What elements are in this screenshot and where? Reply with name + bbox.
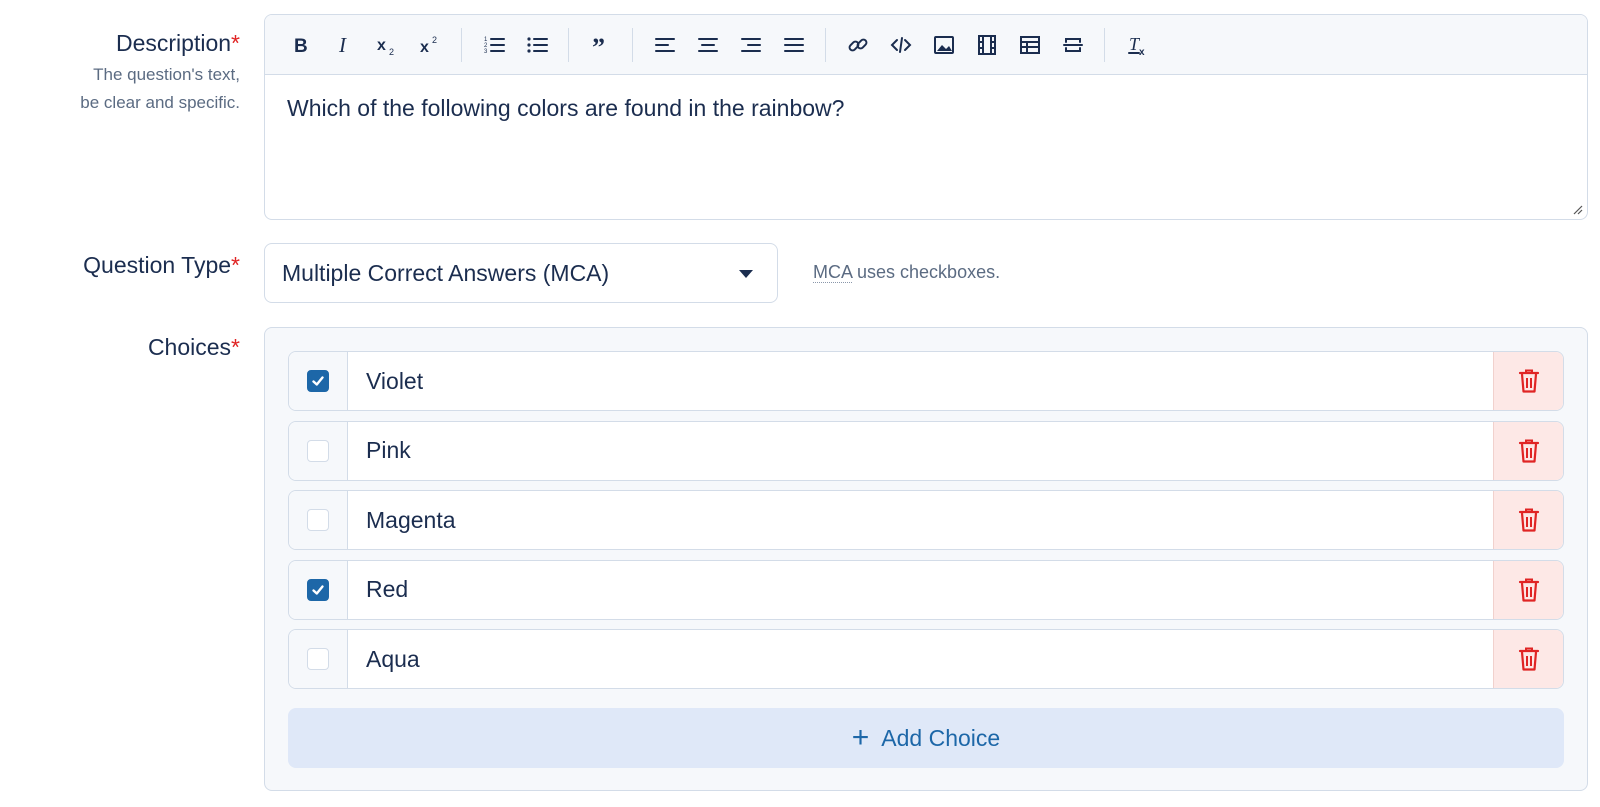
- ordered-list-button[interactable]: 123: [472, 23, 515, 67]
- choice-row: Red: [288, 559, 1564, 620]
- table-icon: [1019, 35, 1040, 54]
- image-icon: [933, 35, 954, 54]
- toolbar-separator: [1104, 27, 1105, 62]
- superscript-icon: x2: [420, 35, 437, 56]
- choice-checkbox[interactable]: [307, 509, 329, 531]
- bullet-list-icon: [526, 36, 548, 53]
- delete-choice-button[interactable]: [1493, 352, 1563, 410]
- description-label-group: Description* The question's text, be cle…: [0, 30, 240, 117]
- bold-icon: B: [294, 36, 308, 56]
- delete-choice-button[interactable]: [1493, 421, 1563, 480]
- video-icon: [977, 34, 996, 55]
- blockquote-button[interactable]: ”: [579, 23, 622, 67]
- video-button[interactable]: [965, 23, 1008, 67]
- choices-panel: Violet Pink Magenta Red Aqua + Add Choice: [264, 327, 1588, 791]
- question-type-hint: MCA uses checkboxes.: [813, 262, 1001, 283]
- align-right-icon: [740, 37, 761, 52]
- superscript-button[interactable]: x2: [408, 23, 451, 67]
- horizontal-rule-button[interactable]: [1051, 23, 1094, 67]
- align-justify-button[interactable]: [772, 23, 815, 67]
- bullet-list-button[interactable]: [515, 23, 558, 67]
- choice-checkbox-cell[interactable]: [289, 491, 348, 549]
- svg-text:I: I: [338, 34, 347, 56]
- code-button[interactable]: [879, 23, 922, 67]
- align-left-icon: [654, 37, 675, 52]
- editor-toolbar: B Ix 2 x 2 1 2 3” Tx: [265, 15, 1587, 75]
- clear-format-button[interactable]: Tx: [1115, 23, 1158, 67]
- choices-label-group: Choices*: [0, 334, 240, 361]
- question-type-select[interactable]: Multiple Correct Answers (MCA): [264, 243, 778, 303]
- clear-format-icon: Tx: [1127, 34, 1145, 56]
- image-button[interactable]: [922, 23, 965, 67]
- trash-icon: [1518, 578, 1539, 602]
- align-right-button[interactable]: [729, 23, 772, 67]
- question-type-label: Question Type*: [83, 252, 240, 278]
- svg-text:x: x: [377, 37, 386, 54]
- subscript-button[interactable]: x2: [365, 23, 408, 67]
- description-hint: The question's text, be clear and specif…: [80, 65, 240, 112]
- svg-text:2: 2: [389, 47, 394, 56]
- choice-checkbox-cell[interactable]: [289, 560, 348, 619]
- svg-text:3: 3: [484, 49, 488, 55]
- choice-text-input[interactable]: Magenta: [348, 491, 1493, 549]
- mca-abbr: MCA: [813, 262, 853, 283]
- question-type-value: Multiple Correct Answers (MCA): [282, 259, 610, 286]
- resize-grip-icon[interactable]: [1571, 203, 1583, 215]
- trash-icon: [1518, 647, 1539, 671]
- choice-checkbox-cell[interactable]: [289, 630, 348, 688]
- add-choice-button[interactable]: + Add Choice: [288, 708, 1564, 768]
- align-left-button[interactable]: [643, 23, 686, 67]
- choice-row: Magenta: [288, 490, 1564, 550]
- table-button[interactable]: [1008, 23, 1051, 67]
- toolbar-separator: [568, 27, 569, 62]
- trash-icon: [1518, 369, 1539, 393]
- description-text-area[interactable]: Which of the following colors are found …: [265, 75, 1587, 142]
- choice-row: Pink: [288, 420, 1564, 481]
- choice-checkbox[interactable]: [307, 648, 329, 670]
- choice-checkbox[interactable]: [307, 370, 329, 392]
- svg-text:B: B: [294, 36, 308, 56]
- italic-button[interactable]: I: [322, 23, 365, 67]
- link-button[interactable]: [836, 23, 879, 67]
- toolbar-separator: [825, 27, 826, 62]
- choice-text-input[interactable]: Violet: [348, 352, 1493, 410]
- choice-text-input[interactable]: Red: [348, 561, 1493, 619]
- caret-down-icon: [739, 270, 753, 278]
- delete-choice-button[interactable]: [1493, 491, 1563, 549]
- trash-icon: [1518, 439, 1539, 463]
- delete-choice-button[interactable]: [1493, 560, 1563, 619]
- choice-checkbox[interactable]: [307, 578, 329, 601]
- align-center-button[interactable]: [686, 23, 729, 67]
- choice-checkbox-cell[interactable]: [289, 421, 348, 480]
- italic-icon: I: [338, 34, 347, 56]
- choice-checkbox[interactable]: [307, 439, 329, 462]
- link-icon: [848, 38, 867, 51]
- subscript-icon: x2: [377, 37, 394, 56]
- delete-choice-button[interactable]: [1493, 630, 1563, 688]
- svg-text:x: x: [1139, 47, 1145, 56]
- choice-text-input[interactable]: Aqua: [348, 630, 1493, 688]
- trash-icon: [1518, 508, 1539, 532]
- choice-text-input[interactable]: Pink: [348, 422, 1493, 480]
- choices-label: Choices*: [147, 334, 240, 360]
- toolbar-separator: [632, 27, 633, 62]
- ordered-list-icon: 123: [484, 37, 505, 55]
- question-type-label-group: Question Type*: [0, 252, 240, 279]
- description-label: Description*: [116, 30, 240, 56]
- description-editor: B Ix 2 x 2 1 2 3” Tx Which of the following colo…: [264, 14, 1588, 220]
- plus-icon: +: [851, 721, 870, 754]
- choice-row: Violet: [288, 351, 1564, 411]
- choice-checkbox-cell[interactable]: [289, 352, 348, 410]
- choice-row: Aqua: [288, 629, 1564, 689]
- code-icon: [890, 36, 911, 53]
- svg-text:”: ”: [592, 34, 605, 56]
- svg-text:2: 2: [432, 35, 437, 45]
- bold-button[interactable]: B: [279, 23, 322, 67]
- svg-text:x: x: [420, 39, 429, 56]
- horizontal-rule-icon: [1062, 37, 1083, 52]
- align-center-icon: [697, 37, 718, 52]
- align-justify-icon: [783, 37, 804, 52]
- toolbar-separator: [461, 27, 462, 62]
- blockquote-icon: ”: [592, 34, 605, 56]
